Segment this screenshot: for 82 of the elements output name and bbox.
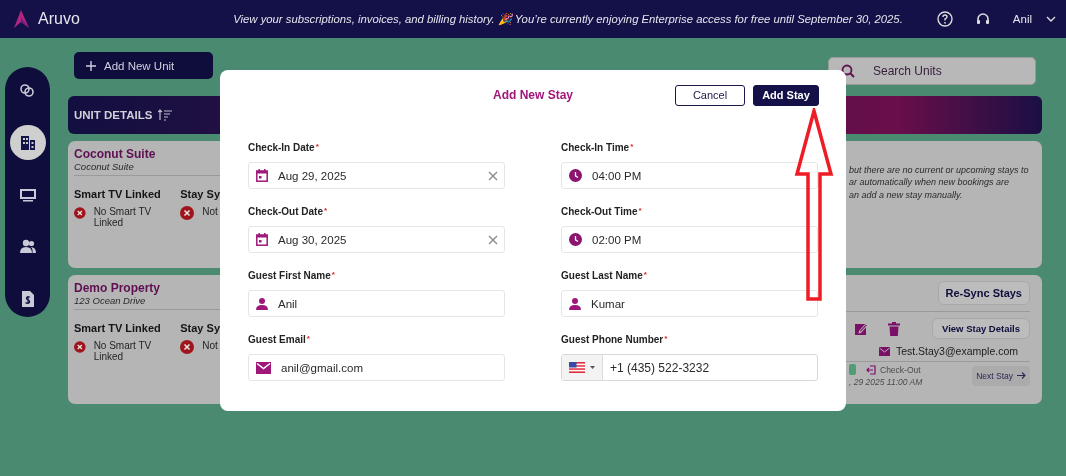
column-heading: Smart TV Linked bbox=[74, 322, 162, 334]
field-label: Check-In Time bbox=[561, 142, 630, 153]
error-icon bbox=[74, 206, 86, 220]
note-text: ar automatically when new bookings are bbox=[849, 176, 1011, 189]
status-text: No Smart TV Linked bbox=[93, 340, 153, 362]
sort-icon bbox=[158, 109, 173, 121]
guest-email: Test.Stay3@example.com bbox=[895, 345, 1018, 357]
section-title: UNIT DETAILS bbox=[74, 109, 153, 121]
view-stay-button[interactable]: View Stay Details bbox=[932, 318, 1030, 339]
clear-icon bbox=[488, 170, 498, 181]
error-icon bbox=[180, 206, 195, 220]
status-text: Not bbox=[202, 206, 218, 217]
status-text: Not bbox=[202, 340, 218, 351]
required-mark: * bbox=[306, 334, 310, 343]
unit-name: Coconut Suite bbox=[74, 147, 157, 161]
clock-icon bbox=[569, 169, 582, 182]
unit-subtitle: 123 Ocean Drive bbox=[74, 295, 220, 310]
field-label: Check-Out Time bbox=[561, 206, 638, 217]
email-field[interactable]: anil@gmail.com bbox=[248, 354, 505, 381]
note-text: an add a new stay manually. bbox=[849, 188, 964, 201]
unit-subtitle: Coconut Suite bbox=[74, 161, 220, 176]
arrow-right-icon bbox=[1017, 372, 1026, 379]
user-name[interactable]: Anil bbox=[1012, 13, 1032, 25]
checkout-time: , 29 2025 11:00 AM bbox=[849, 377, 923, 387]
required-mark: * bbox=[643, 270, 647, 279]
name-field[interactable]: Anil bbox=[248, 290, 505, 317]
add-stay-button[interactable]: Add Stay bbox=[753, 84, 819, 106]
name-field[interactable]: Kumar bbox=[561, 290, 818, 317]
envelope-icon bbox=[256, 361, 271, 374]
resync-button[interactable]: Re-Sync Stays bbox=[937, 281, 1030, 305]
search-field[interactable]: Search Units bbox=[828, 57, 1036, 85]
clear-icon bbox=[488, 234, 498, 245]
edit-icon bbox=[854, 321, 868, 336]
caret-icon bbox=[590, 366, 595, 369]
required-mark: * bbox=[630, 142, 634, 151]
field-label: Guest First Name bbox=[248, 270, 331, 281]
sidebar-item[interactable] bbox=[9, 125, 46, 161]
flag-icon bbox=[569, 362, 585, 373]
time-field[interactable]: 02:00 PM bbox=[561, 226, 818, 253]
person-icon bbox=[569, 297, 581, 310]
unit-name: Demo Property bbox=[74, 281, 162, 295]
brand-name: Aruvo bbox=[38, 10, 80, 28]
status-text: No Smart TV Linked bbox=[93, 206, 153, 228]
person-icon bbox=[256, 297, 268, 310]
phone-field[interactable]: +1 (435) 522-3232 bbox=[561, 354, 818, 381]
next-stay-button[interactable]: Next Stay bbox=[972, 365, 1030, 386]
logout-icon bbox=[866, 364, 876, 375]
required-mark: * bbox=[315, 142, 319, 151]
modal-title: Add New Stay bbox=[493, 88, 573, 102]
error-icon bbox=[74, 340, 86, 354]
column-heading: Stay Sy bbox=[180, 188, 220, 200]
field-label: Guest Phone Number bbox=[561, 334, 664, 345]
date-field[interactable]: Aug 30, 2025 bbox=[248, 226, 505, 253]
required-mark: * bbox=[638, 206, 642, 215]
header-notice: View your subscriptions, invoices, and billing history. 🎉 You’re currently enjoying Enterprise access for free until September 30, 2025. bbox=[232, 12, 904, 26]
required-mark: * bbox=[331, 270, 335, 279]
field-label: Guest Email bbox=[248, 334, 306, 345]
time-field[interactable]: 04:00 PM bbox=[561, 162, 818, 189]
chevron-down-icon bbox=[1046, 16, 1056, 22]
status-chip bbox=[849, 364, 856, 375]
envelope-icon bbox=[878, 346, 890, 356]
field-label: Check-Out Date bbox=[248, 206, 323, 217]
headset-icon bbox=[974, 11, 991, 27]
search-icon bbox=[841, 64, 855, 78]
cancel-button[interactable]: Cancel bbox=[675, 84, 745, 106]
calendar-icon bbox=[256, 169, 268, 182]
date-field[interactable]: Aug 29, 2025 bbox=[248, 162, 505, 189]
help-icon bbox=[936, 11, 953, 27]
field-label: Guest Last Name bbox=[561, 270, 643, 281]
column-heading: Smart TV Linked bbox=[74, 188, 162, 200]
field-label: Check-In Date bbox=[248, 142, 315, 153]
error-icon bbox=[180, 340, 195, 354]
trash-icon bbox=[888, 321, 900, 336]
add-unit-button[interactable]: Add New Unit bbox=[74, 52, 213, 79]
required-mark: * bbox=[324, 206, 328, 215]
calendar-icon bbox=[256, 233, 268, 246]
clock-icon bbox=[569, 233, 582, 246]
required-mark: * bbox=[664, 334, 668, 343]
checkout-label: Check-Out bbox=[880, 364, 921, 375]
note-text: but there are no current or upcoming stays to bbox=[849, 164, 1030, 177]
plus-icon bbox=[86, 60, 96, 71]
column-heading: Stay Sy bbox=[180, 322, 220, 334]
